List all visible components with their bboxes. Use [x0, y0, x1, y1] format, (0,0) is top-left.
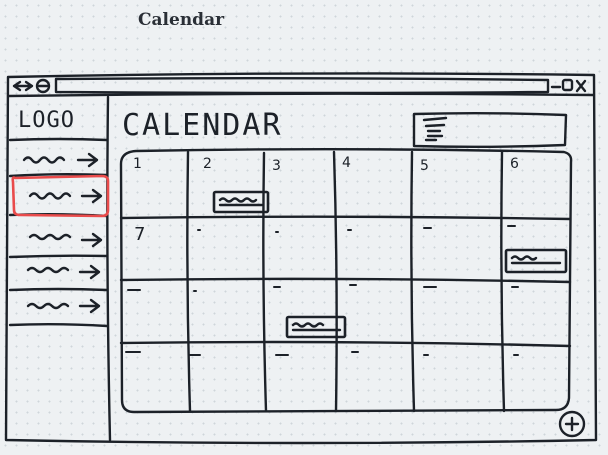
day-number: 6 [510, 156, 519, 172]
close-button[interactable] [575, 79, 587, 93]
logo-link[interactable] [10, 100, 106, 138]
maximize-button[interactable] [562, 79, 574, 93]
day-number: 3 [272, 158, 281, 174]
refresh-button[interactable] [36, 79, 52, 95]
sidebar-item-2-active[interactable] [10, 177, 106, 214]
minimize-button[interactable] [550, 79, 561, 93]
sidebar-item-4[interactable] [10, 258, 106, 288]
calendar-event-1[interactable] [213, 191, 269, 213]
search-input[interactable] [414, 114, 566, 146]
day-number: 1 [133, 156, 142, 172]
calendar-event-2[interactable] [505, 249, 567, 273]
sidebar-item-5[interactable] [10, 291, 106, 324]
day-number: 5 [420, 158, 429, 174]
day-number: 4 [342, 155, 351, 171]
day-number: 7 [134, 224, 146, 245]
add-event-button[interactable] [559, 411, 585, 437]
address-bar-input[interactable] [56, 79, 548, 93]
back-button[interactable] [12, 79, 34, 95]
calendar-event-3[interactable] [286, 316, 346, 338]
calendar-title: CALENDAR [122, 108, 283, 143]
day-number: 2 [203, 156, 212, 172]
sidebar-item-3[interactable] [10, 217, 106, 255]
sidebar-item-1[interactable] [10, 141, 106, 174]
sidebar-divider [106, 95, 112, 442]
